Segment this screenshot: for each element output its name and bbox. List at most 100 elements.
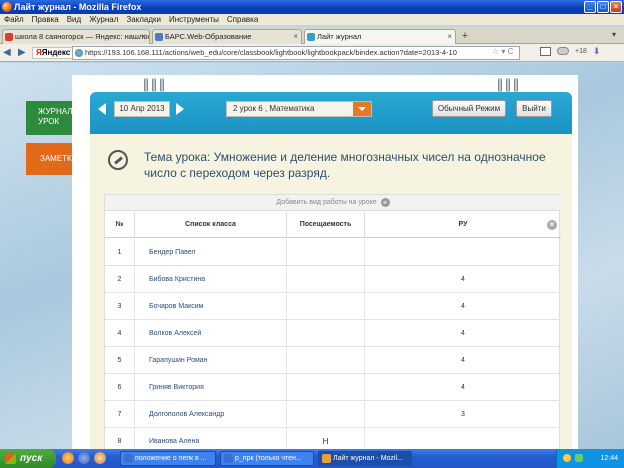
attendance-cell[interactable] (287, 266, 365, 293)
attendance-cell[interactable]: Н (287, 428, 365, 449)
start-button[interactable]: пуск (0, 449, 56, 468)
grade-cell[interactable]: 4 (365, 374, 561, 401)
taskbar-item-firefox[interactable]: Лайт журнал - Mozil... (318, 451, 412, 466)
table-row: 5 Гарапушин Роман 4 (105, 347, 561, 374)
plus-icon[interactable]: + (380, 197, 390, 207)
tray-network-icon[interactable] (575, 454, 583, 462)
attendance-cell[interactable] (287, 374, 365, 401)
firefox-quicklaunch-icon[interactable] (62, 452, 74, 464)
new-tab-plus-icon[interactable]: + (458, 30, 472, 43)
download-arrow-icon[interactable]: ⬇ (593, 47, 601, 57)
table-row: 4 Волков Алексей 4 (105, 320, 561, 347)
menu-history[interactable]: Журнал (89, 14, 118, 25)
grade-cell[interactable]: 4 (365, 347, 561, 374)
yandex-search-button[interactable]: ЯЯндекс (32, 47, 75, 59)
app-quicklaunch-icon[interactable] (94, 452, 106, 464)
menu-file[interactable]: Файл (4, 14, 24, 25)
navigation-bar: ◀ ▶ ЯЯндекс https://193.106.168.111/acti… (0, 44, 624, 62)
menu-tools[interactable]: Инструменты (169, 14, 219, 25)
taskbar-item-word[interactable]: положение о пепк в ... (120, 451, 216, 466)
site-identity-icon[interactable] (75, 49, 83, 57)
header-name: Список класса (135, 212, 287, 238)
browser-quicklaunch-icon[interactable] (78, 452, 90, 464)
attendance-cell[interactable] (287, 401, 365, 428)
maximize-button[interactable]: □ (597, 1, 609, 13)
edit-pencil-icon[interactable] (108, 150, 128, 170)
url-input[interactable]: https://193.106.168.111/actions/web_edu/… (72, 46, 520, 60)
lesson-select-value: 2 урок 6 , Математика (233, 104, 315, 113)
student-name[interactable]: Гриняв Виктория (135, 374, 287, 401)
add-work-type-button[interactable]: Добавить вид работы на уроке + (105, 195, 561, 211)
menu-bookmarks[interactable]: Закладки (126, 14, 161, 25)
task-label: Лайт журнал - Mozil... (333, 455, 403, 462)
table-row: 6 Гриняв Виктория 4 (105, 374, 561, 401)
tab-close-icon[interactable]: × (141, 30, 146, 43)
tab-yandex[interactable]: школа 8 саяногорск — Яндекс: нашлос... × (2, 29, 150, 44)
clock: 12:44 (600, 455, 618, 462)
taskbar-item-doc[interactable]: p_пpк (только чтен... (220, 451, 314, 466)
tab-close-icon[interactable]: × (293, 30, 298, 43)
minimize-button[interactable]: _ (584, 1, 596, 13)
table-row: 2 Бибова Кристина 4 (105, 266, 561, 293)
grade-cell[interactable]: 3 (365, 401, 561, 428)
tab-close-icon[interactable]: × (447, 30, 452, 43)
tray-status-icon[interactable] (563, 454, 571, 462)
window-title: Лайт журнал - Mozilla Firefox (14, 2, 142, 12)
normal-mode-button[interactable]: Обычный Режим (432, 100, 506, 117)
mail-icon[interactable] (540, 47, 551, 56)
task-label: p_пpк (только чтен... (235, 455, 302, 462)
exit-button[interactable]: Выйти (516, 100, 552, 117)
header-num: № (105, 212, 135, 238)
row-num: 6 (105, 374, 135, 401)
attendance-cell[interactable] (287, 239, 365, 266)
url-star-icon[interactable]: ☆ ▾ C (492, 47, 513, 56)
forward-arrow-icon[interactable]: ▶ (18, 46, 30, 60)
tab-label: Лайт журнал (317, 32, 362, 41)
grade-cell[interactable]: 4 (365, 293, 561, 320)
journal-binder: 10 Апр 2013 2 урок 6 , Математика Обычны… (72, 75, 578, 449)
menu-edit[interactable]: Правка (32, 14, 59, 25)
row-num: 3 (105, 293, 135, 320)
tab-bars[interactable]: БАРС.Web-Образование × (152, 29, 302, 44)
bars-favicon-icon (155, 33, 163, 41)
table-header: № Список класса Посещаемость РУ × (105, 212, 561, 238)
class-table: Добавить вид работы на уроке + № Список … (104, 194, 561, 449)
student-name[interactable]: Иванова Алена (135, 428, 287, 449)
grade-cell[interactable]: 4 (365, 266, 561, 293)
student-name[interactable]: Бибова Кристина (135, 266, 287, 293)
grade-cell[interactable]: 4 (365, 320, 561, 347)
remove-column-close-icon[interactable]: × (547, 220, 557, 230)
system-tray: 12:44 (556, 449, 624, 468)
yandex-favicon-icon (5, 33, 13, 41)
attendance-cell[interactable] (287, 347, 365, 374)
lesson-select[interactable]: 2 урок 6 , Математика (226, 101, 372, 117)
row-num: 1 (105, 239, 135, 266)
firefox-icon (2, 2, 12, 12)
back-arrow-icon[interactable]: ◀ (3, 46, 17, 60)
taskbar: пуск положение о пепк в ... p_пpк (тольк… (0, 449, 624, 468)
lesson-title: Тема урока: Умножение и деление многозна… (144, 150, 546, 180)
binder-rings-right-icon (498, 78, 518, 92)
student-name[interactable]: Бендер Павел (135, 239, 287, 266)
student-name[interactable]: Волков Алексей (135, 320, 287, 347)
date-next-arrow-icon[interactable] (176, 103, 184, 115)
grade-cell[interactable] (365, 239, 561, 266)
weather-cloud-icon[interactable] (557, 47, 569, 55)
attendance-cell[interactable] (287, 320, 365, 347)
student-name[interactable]: Долгополов Александр (135, 401, 287, 428)
attendance-cell[interactable] (287, 293, 365, 320)
student-name[interactable]: Гарапушин Роман (135, 347, 287, 374)
menu-view[interactable]: Вид (67, 14, 81, 25)
grade-cell[interactable] (365, 428, 561, 449)
date-prev-arrow-icon[interactable] (98, 103, 106, 115)
table-row: 3 Бочаров Максим 4 (105, 293, 561, 320)
student-name[interactable]: Бочаров Максим (135, 293, 287, 320)
row-num: 4 (105, 320, 135, 347)
tab-light-journal[interactable]: Лайт журнал × (304, 29, 456, 44)
header-subject[interactable]: РУ (365, 212, 561, 238)
menu-help[interactable]: Справка (227, 14, 258, 25)
close-button[interactable]: × (610, 1, 622, 13)
tab-list-chevron-icon[interactable]: ▾ (608, 30, 620, 42)
chevron-down-icon[interactable] (353, 102, 371, 116)
date-picker[interactable]: 10 Апр 2013 (114, 101, 170, 117)
